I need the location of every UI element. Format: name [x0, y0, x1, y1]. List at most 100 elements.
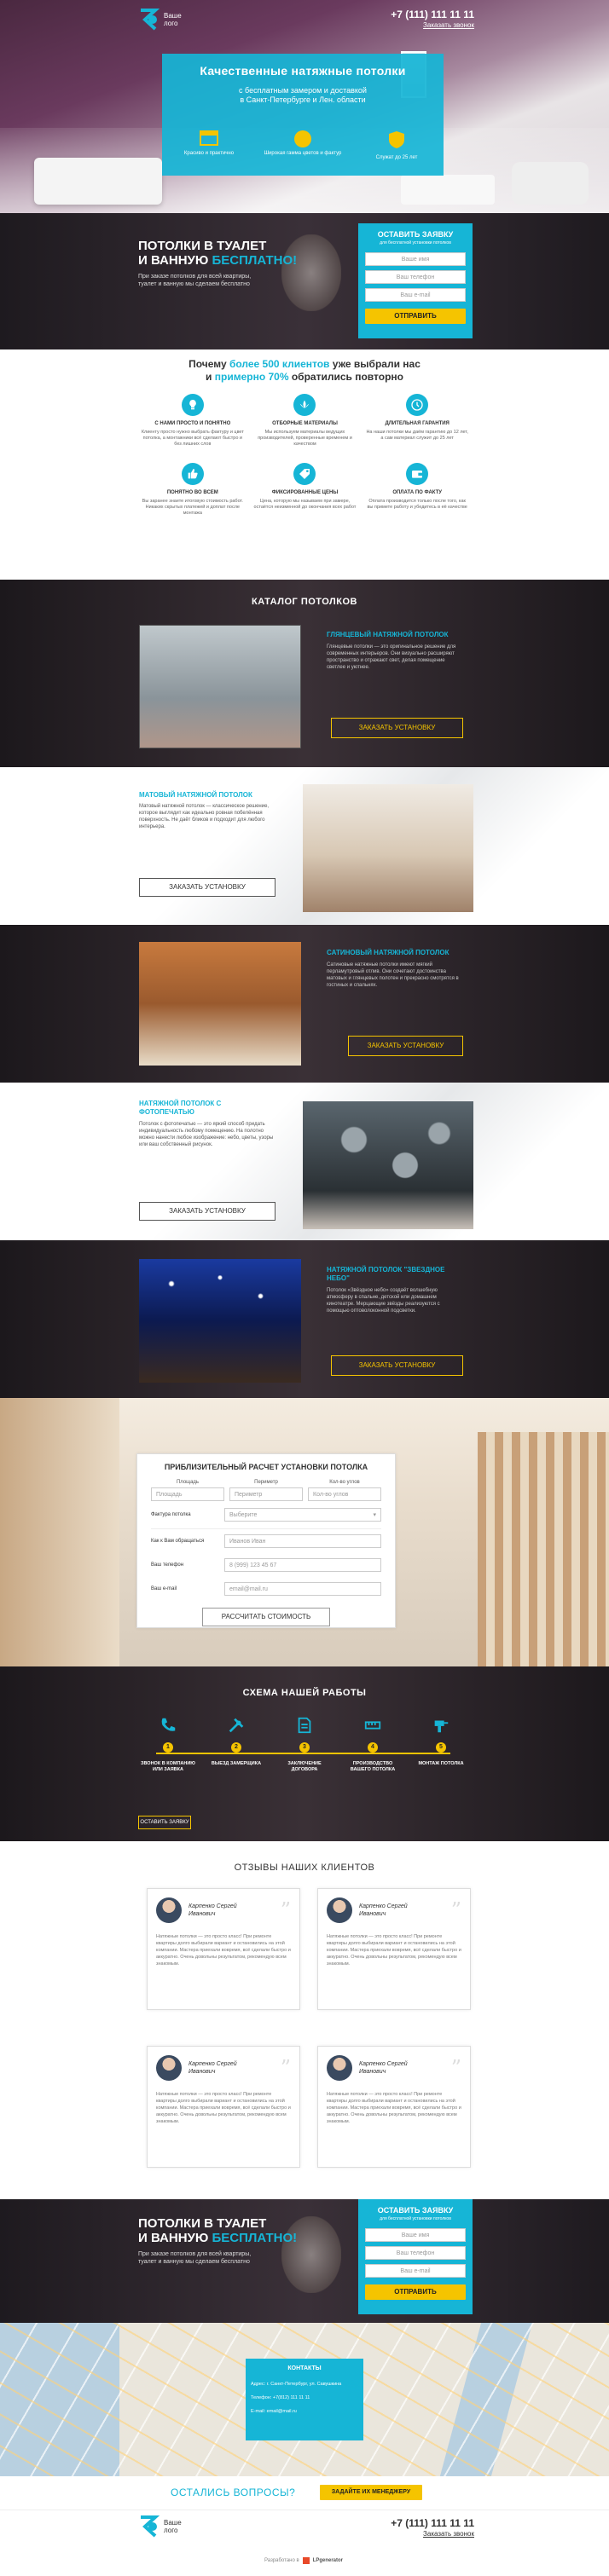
- name-input[interactable]: Иванов Иван: [224, 1534, 381, 1548]
- scheme-request-button[interactable]: Оставить заявку: [138, 1816, 191, 1829]
- review-author-patronymic: Иванович: [359, 1911, 386, 1917]
- catalog-item-text: Сатиновые натяжные потолки имеют мягкий …: [327, 962, 459, 988]
- quote-icon: ”: [450, 2056, 461, 2080]
- photoprint-ceiling-image: [303, 1101, 473, 1229]
- review-card: Карпенко Сергей Иванович ” Натяжные пото…: [317, 1888, 471, 2010]
- why-title-part: уже выбрали нас: [329, 358, 420, 370]
- calc-form: ПРИБЛИЗИТЕЛЬНЫЙ РАСЧЕТ УСТАНОВКИ ПОТОЛКА…: [136, 1453, 396, 1628]
- review-text: Натяжные потолки — это просто класс! При…: [156, 2092, 291, 2124]
- platform-name: LPgenerator: [312, 2558, 344, 2563]
- contacts-title: КОНТАКТЫ: [287, 2365, 322, 2371]
- email-input[interactable]: Ваш e-mail: [365, 2264, 466, 2278]
- phone-input[interactable]: 8 (999) 123 45 67: [224, 1558, 381, 1572]
- order-install-button[interactable]: Заказать установку: [348, 1036, 463, 1056]
- header-callback-link[interactable]: Заказать звонок: [401, 21, 474, 29]
- form-subtitle: для бесплатной установки потолков: [380, 2216, 451, 2221]
- why-item-text: Оплата производится только после того, к…: [367, 499, 467, 510]
- catalog-item-title: МАТОВЫЙ НАТЯЖНОЙ ПОТОЛОК: [139, 791, 252, 799]
- promo-title-free: БЕСПЛАТНО!: [212, 2231, 298, 2245]
- hero-subtitle-2: в Санкт-Петербурге и Лен. области: [240, 95, 366, 104]
- col-lamps-label: Кол-во углов: [329, 1480, 360, 1485]
- area-input[interactable]: Площадь: [151, 1487, 224, 1501]
- header-phone[interactable]: +7 (111) 111 11 11: [377, 9, 474, 20]
- order-install-button[interactable]: Заказать установку: [331, 718, 463, 738]
- why-title-part: обратились повторно: [288, 371, 403, 383]
- why-item: ФИКСИРОВАННЫЕ ЦЕНЫ Цена, которую мы назы…: [253, 463, 357, 517]
- ask-manager-button[interactable]: ЗАДАЙТЕ ИХ МЕНЕДЖЕРУ: [320, 2485, 422, 2500]
- why-item-text: На наши потолки мы даём гарантию до 12 л…: [366, 430, 468, 441]
- step-number: 2: [231, 1742, 241, 1753]
- logo-icon: [141, 2515, 160, 2538]
- email-input[interactable]: Ваш e-mail: [365, 288, 466, 302]
- step-number: 5: [436, 1742, 446, 1753]
- calc-title: ПРИБЛИЗИТЕЛЬНЫЙ РАСЧЕТ УСТАНОВКИ ПОТОЛКА: [164, 1463, 368, 1471]
- platform-logo-icon: [302, 2557, 310, 2564]
- phone-icon: [138, 1716, 198, 1740]
- why-section: Почему более 500 клиентов уже выбрали на…: [0, 349, 609, 580]
- name-input[interactable]: Ваше имя: [365, 2228, 466, 2242]
- reviews-section: ОТЗЫВЫ НАШИХ КЛИЕНТОВ Карпенко Сергей Ив…: [0, 1841, 609, 2199]
- submit-button[interactable]: Отправить: [365, 2284, 466, 2300]
- catalog-item-text: Потолок с фотопечатью — это яркий способ…: [139, 1122, 274, 1147]
- submit-button[interactable]: Отправить: [365, 309, 466, 324]
- review-author-name: Карпенко Сергей: [359, 1903, 408, 1909]
- review-text: Натяжные потолки — это просто класс! При…: [156, 1934, 291, 1967]
- questions-section: ОСТАЛИСЬ ВОПРОСЫ? ЗАДАЙТЕ ИХ МЕНЕДЖЕРУ: [0, 2476, 609, 2510]
- texture-select[interactable]: Выберите ▾: [224, 1508, 381, 1522]
- promo-title-line2a: И ВАННУЮ: [138, 253, 212, 268]
- footer-logo[interactable]: Ваше лого: [138, 2515, 182, 2538]
- shield-icon: [389, 131, 404, 148]
- footer-phone[interactable]: +7 (111) 111 11 11: [367, 2517, 474, 2529]
- step-number: 1: [163, 1742, 173, 1753]
- phone-input[interactable]: Ваш телефон: [365, 2246, 466, 2260]
- promo-text-2: туалет и ванную мы сделаем бесплатно: [138, 2259, 250, 2265]
- why-grid: С НАМИ ПРОСТО И ПОНЯТНО Клиенту просто н…: [141, 394, 469, 517]
- quote-icon: ”: [280, 2056, 291, 2080]
- ruler-icon: [343, 1716, 403, 1740]
- calculate-button[interactable]: Рассчитать стоимость: [202, 1608, 330, 1626]
- logo-icon: [141, 9, 160, 31]
- review-author-patronymic: Иванович: [359, 2069, 386, 2075]
- catalog-item-title: ГЛЯНЦЕВЫЙ НАТЯЖНОЙ ПОТОЛОК: [327, 631, 449, 638]
- promo-title-line2a: И ВАННУЮ: [138, 2231, 212, 2245]
- map-section[interactable]: КОНТАКТЫ Адрес: г. Санкт-Петербург, ул. …: [0, 2323, 609, 2476]
- review-author-name: Карпенко Сергей: [188, 2061, 237, 2067]
- order-install-button[interactable]: Заказать установку: [139, 1202, 276, 1221]
- step-title: ЗВОНОК В КОМПАНИЮ ИЛИ ЗАЯВКА: [141, 1761, 195, 1772]
- calc-section: ПРИБЛИЗИТЕЛЬНЫЙ РАСЧЕТ УСТАНОВКИ ПОТОЛКА…: [0, 1398, 609, 1666]
- footer-callback-link[interactable]: Заказать звонок: [401, 2530, 474, 2538]
- corners-input[interactable]: Кол-во углов: [308, 1487, 381, 1501]
- hero-sofa-image: [34, 158, 162, 205]
- catalog-title: КАТАЛОГ ПОТОЛКОВ: [252, 597, 357, 607]
- footer: Ваше лого +7 (111) 111 11 11 Заказать зв…: [0, 2510, 609, 2576]
- contacts-address: Адрес: г. Санкт-Петербург, ул. Савушкина: [251, 2382, 342, 2387]
- email-input[interactable]: email@mail.ru: [224, 1582, 381, 1596]
- phone-input[interactable]: Ваш телефон: [365, 270, 466, 284]
- scheme-step: 4 ПРОИЗВОДСТВО ВАШЕГО ПОТОЛКА: [343, 1716, 403, 1773]
- why-item-title: ОПЛАТА ПО ФАКТУ: [392, 490, 442, 495]
- header-logo[interactable]: Ваше лого: [138, 7, 189, 32]
- hero-card: Качественные натяжные потолки с бесплатн…: [162, 54, 444, 176]
- hero-table-image: [401, 175, 495, 205]
- wallet-icon: [406, 463, 429, 485]
- catalog-item-matte: МАТОВЫЙ НАТЯЖНОЙ ПОТОЛОК Матовый натяжно…: [0, 767, 609, 925]
- name-input[interactable]: Ваше имя: [365, 252, 466, 266]
- contacts-phone: Телефон: +7(812) 111 11 11: [251, 2395, 310, 2400]
- hero-feature-label: Красиво и практично: [183, 151, 235, 156]
- promo-title-line1: ПОТОЛКИ В ТУАЛЕТ: [138, 239, 267, 253]
- form-subtitle: для бесплатной установки потолков: [380, 240, 451, 245]
- catalog-item-text: Глянцевые потолки — это оригинальное реш…: [327, 644, 456, 670]
- avatar: [327, 1897, 352, 1923]
- made-with-text: Разработано в: [264, 2558, 299, 2563]
- perimeter-input[interactable]: Периметр: [229, 1487, 303, 1501]
- order-install-button[interactable]: Заказать установку: [139, 878, 276, 897]
- why-item: ПОНЯТНО ВО ВСЕМ Вы заранее знаете итогов…: [141, 463, 245, 517]
- catalog-item-photoprint: НАТЯЖНОЙ ПОТОЛОК С ФОТОПЕЧАТЬЮ Потолок с…: [0, 1083, 609, 1240]
- texture-select-value: Выберите: [229, 1512, 258, 1518]
- footer-credit[interactable]: Разработано в LPgenerator: [264, 2557, 343, 2564]
- order-install-button[interactable]: Заказать установку: [331, 1355, 463, 1376]
- scheme-step: 5 МОНТАЖ ПОТОЛКА: [411, 1716, 471, 1773]
- logo-line2: лого: [164, 20, 178, 27]
- promo-text: При заказе потолков для всей квартиры, т…: [138, 2250, 251, 2266]
- catalog-item-glossy: ГЛЯНЦЕВЫЙ НАТЯЖНОЙ ПОТОЛОК Глянцевые пот…: [0, 622, 609, 767]
